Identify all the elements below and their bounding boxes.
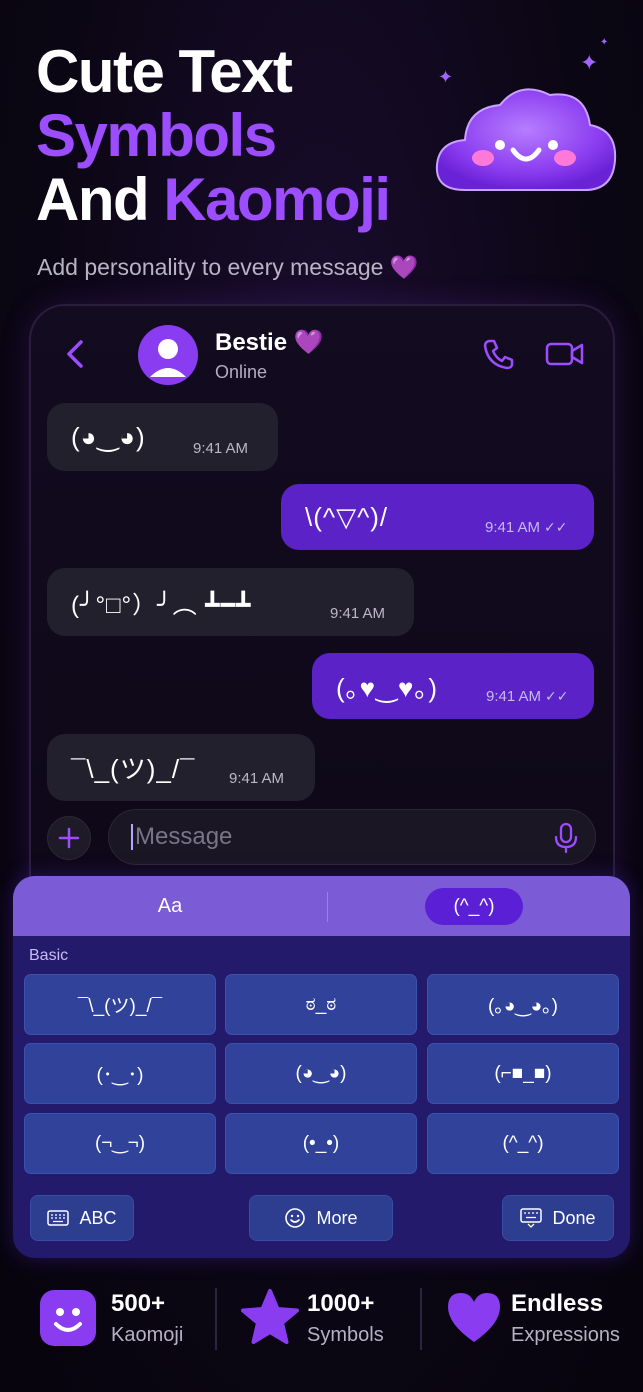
hero-title-line-2: Symbols — [36, 102, 277, 169]
keyboard-icon — [47, 1210, 70, 1226]
message-bubble-incoming[interactable]: ¯\_(ツ)_/¯ 9:41 AM — [47, 734, 315, 801]
message-time: 9:41 AM — [229, 770, 285, 787]
abc-button-label: ABC — [79, 1207, 117, 1228]
hero-subtitle: Add personality to every message 💜 — [37, 254, 419, 280]
kaomoji-key[interactable]: ¯\_(ツ)_/¯ — [24, 974, 216, 1035]
smiling-cloud-icon — [435, 88, 617, 191]
kaomoji-key[interactable]: (¬‿¬) — [24, 1113, 216, 1174]
stat-label: Expressions — [511, 1324, 620, 1346]
phone-call-icon[interactable] — [481, 336, 517, 372]
smiley-icon — [285, 1208, 306, 1228]
hero-title: Cute Text Symbols And Kaomoji — [36, 38, 391, 233]
read-receipt-icon: ✓✓ — [545, 688, 569, 704]
message-time-value: 9:41 AM — [486, 688, 542, 705]
kaomoji-key[interactable]: (◕‿◕) — [225, 1043, 417, 1104]
hero-title-and: And — [36, 166, 164, 233]
hero-title-kaomoji: Kaomoji — [163, 166, 391, 233]
message-time: 9:41 AM — [330, 605, 386, 622]
message-input-placeholder: Message — [135, 823, 233, 850]
microphone-icon[interactable] — [553, 822, 579, 854]
video-call-icon[interactable] — [545, 338, 585, 370]
message-time: 9:41 AM — [193, 440, 249, 457]
contact-status: Online — [215, 362, 268, 382]
done-button[interactable]: Done — [502, 1195, 614, 1241]
more-button[interactable]: More — [249, 1195, 393, 1241]
message-text: (◕‿◕) — [71, 421, 146, 452]
message-time: 9:41 AM ✓✓ — [486, 688, 569, 705]
sparkle-icon: ✦ — [600, 37, 609, 48]
message-text: ¯\_(ツ)_/¯ — [71, 754, 196, 784]
stat-divider — [215, 1288, 217, 1350]
hero-title-line-1: Cute Text — [36, 38, 293, 105]
stat-label: Kaomoji — [111, 1324, 184, 1346]
smiley-icon — [40, 1290, 96, 1346]
message-time-value: 9:41 AM — [485, 519, 541, 536]
section-label: Basic — [29, 947, 69, 964]
keyboard-tab-bar: Aa (^_^) — [13, 876, 630, 936]
back-arrow-icon[interactable] — [61, 336, 89, 372]
tab-text[interactable]: Aa — [13, 876, 327, 936]
stat-value: 500+ — [111, 1290, 166, 1317]
text-caret — [131, 824, 133, 850]
read-receipt-icon: ✓✓ — [544, 519, 568, 535]
tab-kaomoji[interactable]: (^_^) — [425, 888, 523, 925]
keyboard-dismiss-icon — [520, 1208, 543, 1228]
stat-value: 1000+ — [307, 1290, 375, 1317]
sparkle-icon: ✦ — [438, 67, 454, 87]
message-text: (｡♥‿♥｡) — [336, 672, 439, 703]
plus-icon — [58, 827, 80, 849]
tab-divider — [327, 892, 328, 922]
sparkle-icon: ✦ — [580, 50, 599, 75]
message-text: (╯°□°）╯︵ ┻━┻ — [71, 591, 252, 619]
kaomoji-key[interactable]: (･‿･) — [24, 1043, 216, 1104]
message-bubble-outgoing[interactable]: \(^▽^)/ 9:41 AM ✓✓ — [281, 484, 594, 550]
feature-stats: 500+ Kaomoji 1000+ Symbols Endless Expre… — [0, 1282, 643, 1362]
kaomoji-key[interactable]: (^_^) — [427, 1113, 619, 1174]
heart-icon — [448, 1293, 500, 1342]
message-bubble-incoming[interactable]: (◕‿◕) 9:41 AM — [47, 403, 278, 471]
kaomoji-keyboard: Aa (^_^) Basic ¯\_(ツ)_/¯ ಠ_ಠ (｡◕‿◕｡) (･‿… — [13, 876, 630, 1258]
stat-divider — [420, 1288, 422, 1350]
message-input[interactable]: Message — [108, 809, 596, 865]
done-button-label: Done — [552, 1207, 596, 1228]
stat-label: Symbols — [307, 1324, 384, 1346]
user-icon — [150, 339, 186, 377]
avatar[interactable] — [138, 325, 198, 385]
kaomoji-key[interactable]: (｡◕‿◕｡) — [427, 974, 619, 1035]
message-time: 9:41 AM ✓✓ — [485, 519, 568, 536]
star-icon — [241, 1289, 299, 1344]
kaomoji-key[interactable]: (⌐■_■) — [427, 1043, 619, 1104]
message-bubble-incoming[interactable]: (╯°□°）╯︵ ┻━┻ 9:41 AM — [47, 568, 414, 636]
kaomoji-key[interactable]: ಠ_ಠ — [225, 974, 417, 1035]
add-attachment-button[interactable] — [47, 816, 91, 860]
kaomoji-key[interactable]: (•_•) — [225, 1113, 417, 1174]
stat-value: Endless — [511, 1290, 604, 1317]
hero-title-line-3: And Kaomoji — [36, 166, 391, 233]
more-button-label: More — [316, 1207, 358, 1228]
message-bubble-outgoing[interactable]: (｡♥‿♥｡) 9:41 AM ✓✓ — [312, 653, 594, 719]
chat-header: Bestie 💜 Online — [31, 306, 613, 396]
message-text: \(^▽^)/ — [305, 501, 389, 532]
contact-name: Bestie 💜 — [215, 329, 324, 356]
abc-button[interactable]: ABC — [30, 1195, 134, 1241]
